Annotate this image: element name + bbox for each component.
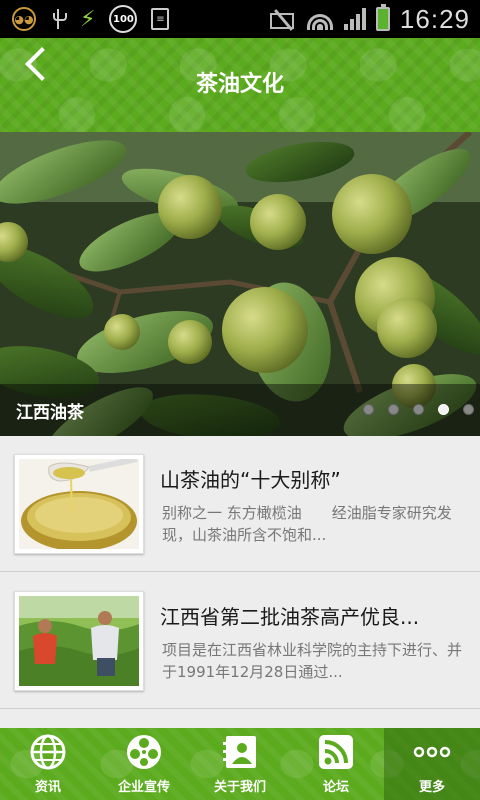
usb-icon [50, 7, 67, 31]
nav-item-more[interactable]: 更多 [384, 728, 480, 800]
carousel-dot[interactable] [463, 404, 474, 415]
news-title: 山茶油的“十大别称” [160, 468, 341, 492]
contact-card-icon [223, 736, 256, 768]
cat-notification-icon: ◕◕ [12, 7, 36, 31]
back-button[interactable] [20, 44, 56, 84]
news-list: 山茶油的“十大别称” 别称之一 东方橄榄油 经油脂专家研究发现，山茶油所含不饱和… [0, 436, 480, 728]
status-bar: ◕◕ ⚡ 100 ≡ 16:29 [0, 0, 480, 38]
carousel-dot-active[interactable] [438, 404, 449, 415]
carousel-dot[interactable] [363, 404, 374, 415]
news-thumbnail [14, 454, 144, 554]
list-item[interactable]: 山茶油的“十大别称” 别称之一 东方橄榄油 经油脂专家研究发现，山茶油所含不饱和… [0, 436, 480, 572]
battery-100-badge-icon: 100 [109, 5, 138, 33]
carousel-indicator [363, 404, 474, 415]
battery-charging-icon [375, 4, 390, 31]
nav-item-about[interactable]: 关于我们 [192, 728, 288, 800]
nav-item-company[interactable]: 企业宣传 [96, 728, 192, 800]
list-item[interactable]: 江西省第二批油茶高产优良... 项目是在江西省林业科学院的主持下进行、并于199… [0, 573, 480, 709]
nav-label: 企业宣传 [117, 780, 170, 795]
news-thumbnail [14, 591, 144, 691]
wifi-icon [306, 8, 334, 30]
page-title: 茶油文化 [195, 72, 284, 97]
signal-icon [343, 8, 366, 30]
nav-label: 资讯 [34, 780, 61, 795]
bottom-nav: 资讯 企业宣传 关于我们 论坛 更多 [0, 728, 480, 800]
nav-label: 论坛 [322, 780, 349, 795]
nav-item-forum[interactable]: 论坛 [288, 728, 384, 800]
news-description: 别称之一 东方橄榄油 经油脂专家研究发现，山茶油所含不饱和... [162, 504, 452, 544]
nav-item-news[interactable]: 资讯 [0, 728, 96, 800]
banner-caption: 江西油茶 [16, 403, 84, 423]
clock: 16:29 [399, 3, 470, 34]
news-title: 江西省第二批油茶高产优良... [160, 605, 420, 629]
nav-label: 关于我们 [213, 780, 266, 795]
rss-feed-icon [319, 735, 353, 769]
more-dots-icon [413, 746, 451, 758]
carousel-dot[interactable] [388, 404, 399, 415]
news-description: 项目是在江西省林业科学院的主持下进行、并于1991年12月28日通过... [162, 641, 463, 681]
carousel-dot[interactable] [413, 404, 424, 415]
farmers-in-field-image [19, 596, 139, 686]
globe-icon [30, 734, 66, 770]
document-icon: ≡ [151, 8, 170, 30]
nav-label: 更多 [418, 780, 445, 795]
film-reel-icon [127, 735, 161, 769]
oil-spoon-image [19, 459, 139, 549]
charging-bolt-icon: ⚡ [80, 6, 96, 32]
mute-icon [269, 9, 296, 29]
